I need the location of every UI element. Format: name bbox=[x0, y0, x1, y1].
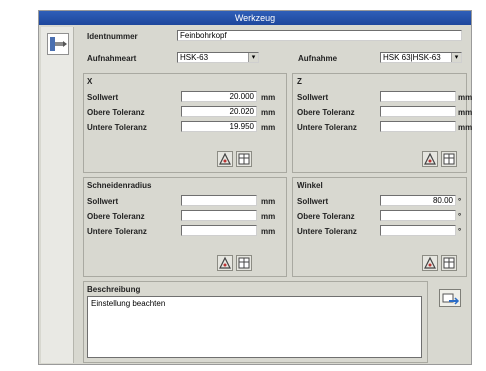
x-group-title: X bbox=[87, 77, 93, 86]
z-untere-label: Untere Toleranz bbox=[297, 123, 357, 132]
radius-untere-label: Untere Toleranz bbox=[87, 227, 147, 236]
winkel-sollwert-unit: ° bbox=[458, 197, 462, 206]
x-untere-unit: mm bbox=[261, 123, 276, 132]
x-untere-label: Untere Toleranz bbox=[87, 123, 147, 132]
measure-icon bbox=[424, 256, 436, 269]
ident-input[interactable]: Feinbohrkopf bbox=[177, 30, 462, 41]
radius-sollwert-label: Sollwert bbox=[87, 197, 119, 206]
table-icon bbox=[443, 257, 455, 269]
beschreibung-textarea[interactable]: Einstellung beachten bbox=[87, 296, 422, 358]
z-table-button[interactable] bbox=[441, 151, 457, 167]
tool-sidebar bbox=[41, 27, 74, 363]
aufnahmeart-select[interactable]: HSK-63 ▾ bbox=[177, 52, 259, 63]
radius-group-title: Schneidenradius bbox=[87, 181, 152, 190]
winkel-measure-button[interactable] bbox=[422, 255, 438, 271]
measure-icon bbox=[424, 152, 436, 165]
z-untere-unit: mm bbox=[458, 123, 473, 132]
z-sollwert-input[interactable] bbox=[380, 91, 456, 102]
aufnahme-value: HSK 63|HSK-63 bbox=[383, 53, 441, 62]
winkel-sollwert-label: Sollwert bbox=[297, 197, 329, 206]
measure-icon bbox=[219, 152, 231, 165]
radius-untere-unit: mm bbox=[261, 227, 276, 236]
winkel-sollwert-input[interactable]: 80.00 bbox=[380, 195, 456, 206]
x-sollwert-input[interactable]: 20.000 bbox=[181, 91, 257, 102]
radius-obere-unit: mm bbox=[261, 212, 276, 221]
window-title: Werkzeug bbox=[39, 11, 471, 25]
x-obere-unit: mm bbox=[261, 108, 276, 117]
z-sollwert-label: Sollwert bbox=[297, 93, 329, 102]
table-icon bbox=[238, 257, 250, 269]
aufnahme-label: Aufnahme bbox=[298, 54, 338, 63]
z-measure-button[interactable] bbox=[422, 151, 438, 167]
z-obere-unit: mm bbox=[458, 108, 473, 117]
radius-untere-input[interactable] bbox=[181, 225, 257, 236]
z-sollwert-unit: mm bbox=[458, 93, 473, 102]
winkel-obere-label: Obere Toleranz bbox=[297, 212, 355, 221]
z-obere-label: Obere Toleranz bbox=[297, 108, 355, 117]
z-group-title: Z bbox=[297, 77, 302, 86]
radius-measure-button[interactable] bbox=[217, 255, 233, 271]
winkel-obere-unit: ° bbox=[458, 212, 462, 221]
x-obere-label: Obere Toleranz bbox=[87, 108, 145, 117]
x-sollwert-unit: mm bbox=[261, 93, 276, 102]
radius-sollwert-unit: mm bbox=[261, 197, 276, 206]
radius-obere-input[interactable] bbox=[181, 210, 257, 221]
ok-icon bbox=[442, 293, 460, 305]
winkel-untere-label: Untere Toleranz bbox=[297, 227, 357, 236]
beschreibung-title: Beschreibung bbox=[87, 285, 141, 294]
aufnahmeart-label: Aufnahmeart bbox=[87, 54, 137, 63]
radius-obere-label: Obere Toleranz bbox=[87, 212, 145, 221]
winkel-untere-unit: ° bbox=[458, 227, 462, 236]
x-measure-button[interactable] bbox=[217, 151, 233, 167]
x-untere-input[interactable]: 19.950 bbox=[181, 121, 257, 132]
chevron-down-icon[interactable]: ▾ bbox=[248, 53, 258, 62]
z-untere-input[interactable] bbox=[380, 121, 456, 132]
radius-table-button[interactable] bbox=[236, 255, 252, 271]
x-table-button[interactable] bbox=[236, 151, 252, 167]
x-sollwert-label: Sollwert bbox=[87, 93, 119, 102]
ok-button[interactable] bbox=[439, 289, 461, 307]
werkzeug-window: Werkzeug Identnummer Feinbohrkopf Aufnah… bbox=[38, 10, 472, 365]
tool-holder-icon[interactable] bbox=[47, 33, 69, 55]
ident-label: Identnummer bbox=[87, 32, 138, 41]
table-icon bbox=[443, 153, 455, 165]
winkel-untere-input[interactable] bbox=[380, 225, 456, 236]
z-obere-input[interactable] bbox=[380, 106, 456, 117]
radius-sollwert-input[interactable] bbox=[181, 195, 257, 206]
winkel-obere-input[interactable] bbox=[380, 210, 456, 221]
aufnahmeart-value: HSK-63 bbox=[180, 53, 209, 62]
x-obere-input[interactable]: 20.020 bbox=[181, 106, 257, 117]
table-icon bbox=[238, 153, 250, 165]
measure-icon bbox=[219, 256, 231, 269]
chevron-down-icon[interactable]: ▾ bbox=[451, 53, 461, 62]
winkel-table-button[interactable] bbox=[441, 255, 457, 271]
winkel-group-title: Winkel bbox=[297, 181, 323, 190]
aufnahme-select[interactable]: HSK 63|HSK-63 ▾ bbox=[380, 52, 462, 63]
